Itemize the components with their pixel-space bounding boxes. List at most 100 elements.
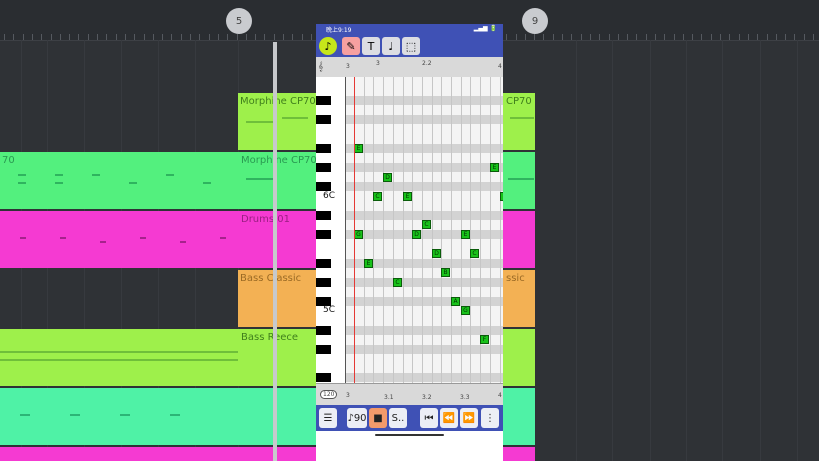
ruler-tick (218, 34, 219, 40)
midi-note[interactable]: E (500, 192, 503, 201)
black-key[interactable] (316, 144, 331, 153)
black-key[interactable] (316, 278, 331, 287)
midi-note[interactable]: E (403, 192, 412, 201)
ruler-tick (181, 34, 182, 40)
ruler-tick (618, 34, 619, 40)
grid-column (470, 77, 471, 383)
black-key[interactable] (316, 259, 331, 268)
stop-button[interactable]: ■ (369, 408, 387, 428)
playhead[interactable] (273, 42, 277, 461)
midi-note[interactable]: C (393, 278, 402, 287)
footer-mark: 3.3 (460, 394, 470, 401)
select-box-icon[interactable]: ⬚ (402, 37, 420, 55)
ruler-tick (292, 34, 293, 40)
midi-note[interactable]: C (470, 249, 479, 258)
black-key[interactable] (316, 115, 331, 124)
ruler-tick (646, 34, 647, 40)
ruler-tick (534, 34, 535, 40)
ruler-tick (134, 34, 135, 40)
black-key[interactable] (316, 182, 331, 191)
midi-note[interactable]: E (354, 144, 363, 153)
fast-forward-button[interactable]: ⏩ (460, 408, 478, 428)
bar-marker-5[interactable]: 5 (226, 8, 252, 34)
midi-note[interactable]: E (364, 259, 373, 268)
midi-note[interactable]: F (480, 335, 489, 344)
black-key[interactable] (316, 163, 331, 172)
ruler-tick (106, 34, 107, 40)
black-key[interactable] (316, 373, 331, 382)
ruler-tick (41, 34, 42, 40)
instrument-icon[interactable]: ♩ (382, 37, 400, 55)
grid-column (441, 77, 442, 383)
phone-piano-roll-app: 晚上9:19 ▂▄▆ 🔋 ♪ ✎ T ♩ ⬚ 𝄞 3 3 2.2 4 6C 5C … (316, 24, 503, 461)
ruler-end: 4 (498, 63, 502, 70)
midi-note[interactable]: D (432, 249, 441, 258)
piano-keyboard[interactable]: 6C 5C (316, 77, 346, 383)
grid-column (364, 77, 365, 383)
clip-label: Bass Reece (241, 332, 299, 343)
clip-label: Drums 01 (241, 214, 291, 225)
position-cursor[interactable] (354, 77, 355, 405)
midi-note[interactable]: E (490, 163, 499, 172)
text-icon[interactable]: T (362, 37, 380, 55)
ruler-tick (627, 34, 628, 40)
menu-button[interactable]: ☰ (319, 408, 337, 428)
midi-note[interactable]: G (354, 230, 363, 239)
midi-note[interactable]: C (422, 220, 431, 229)
black-key[interactable] (316, 326, 331, 335)
note-mode-icon[interactable]: ♪ (319, 37, 337, 55)
edit-toolbar: ♪ ✎ T ♩ ⬚ (316, 35, 503, 57)
black-key[interactable] (316, 96, 331, 105)
midi-note[interactable]: A (451, 297, 460, 306)
midi-note[interactable]: D (412, 230, 421, 239)
note-grid[interactable]: ECDECGEDDCBEAGCEFE (346, 77, 503, 383)
pencil-icon[interactable]: ✎ (342, 37, 360, 55)
ruler-tick (13, 34, 14, 40)
clef-icon[interactable]: 𝄞 (318, 62, 323, 72)
ruler-tick (804, 34, 805, 40)
black-key[interactable] (316, 211, 331, 220)
status-time: 晚上9:19 (326, 27, 352, 34)
ruler-tick (794, 34, 795, 40)
ruler-tick (581, 34, 582, 40)
ruler-tick (655, 34, 656, 40)
ruler-tick (311, 34, 312, 40)
footer-start: 3 (346, 392, 350, 399)
metronome-button[interactable]: ♪90 (347, 408, 367, 428)
rewind-button[interactable]: ⏪ (440, 408, 458, 428)
ruler-start: 3 (346, 63, 350, 70)
ruler-mark: 2.2 (422, 60, 432, 67)
ruler-tick (636, 34, 637, 40)
clip-label-left: 70 (2, 155, 15, 166)
more-button[interactable]: ⋮ (481, 408, 499, 428)
footer-mark: 3.2 (422, 394, 432, 401)
midi-note[interactable]: C (373, 192, 382, 201)
piano-roll-ruler[interactable]: 𝄞 3 3 2.2 4 (316, 57, 503, 78)
to-start-button[interactable]: ⏮ (420, 408, 438, 428)
midi-note[interactable]: D (383, 173, 392, 182)
midi-note[interactable]: B (441, 268, 450, 277)
grid-column (422, 77, 423, 383)
ruler-tick (739, 34, 740, 40)
home-indicator[interactable] (375, 434, 444, 436)
ruler-tick (553, 34, 554, 40)
ruler-tick (171, 34, 172, 40)
ruler-tick (264, 34, 265, 40)
bar-marker-9[interactable]: 9 (522, 8, 548, 34)
ruler-tick (767, 34, 768, 40)
tempo-badge[interactable]: 120 (320, 390, 338, 399)
ruler-tick (209, 34, 210, 40)
ruler-tick (683, 34, 684, 40)
transport-bar: ☰ ♪90 ■ S.. ⏮ ⏪ ⏩ ⋮ (316, 405, 503, 431)
clip-label: Bass Classic (240, 273, 302, 284)
black-key[interactable] (316, 345, 331, 354)
midi-note[interactable]: G (461, 306, 470, 315)
black-key[interactable] (316, 230, 331, 239)
solo-button[interactable]: S.. (389, 408, 407, 428)
midi-note[interactable]: E (461, 230, 470, 239)
footer-mark: 3.1 (384, 394, 394, 401)
ruler-tick (60, 34, 61, 40)
ruler-tick (776, 34, 777, 40)
ruler-tick (664, 34, 665, 40)
ruler-tick (69, 34, 70, 40)
